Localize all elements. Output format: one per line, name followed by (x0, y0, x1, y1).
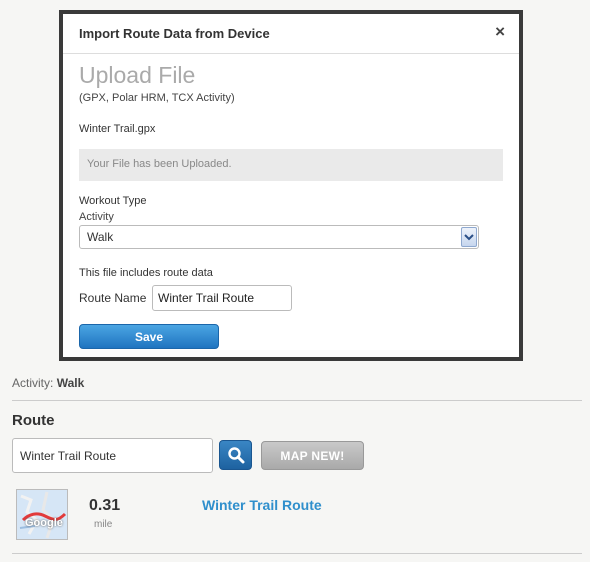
divider (12, 553, 582, 554)
dialog-header-divider (63, 53, 519, 54)
upload-file-heading: Upload File (79, 62, 196, 88)
upload-file-formats: (GPX, Polar HRM, TCX Activity) (79, 92, 235, 104)
uploaded-filename: Winter Trail.gpx (79, 123, 156, 135)
route-distance: 0.31 (89, 497, 121, 514)
save-button[interactable]: Save (79, 324, 219, 349)
import-route-dialog: Import Route Data from Device × Upload F… (59, 10, 523, 361)
activity-label: Activity (79, 211, 114, 223)
route-map-thumbnail[interactable]: Google (16, 489, 68, 540)
map-thumbnail-label: Google (25, 517, 63, 529)
route-heading: Route (12, 412, 55, 429)
activity-select[interactable]: Walk (79, 225, 479, 249)
activity-value: Walk (56, 376, 85, 390)
map-new-button[interactable]: MAP NEW! (261, 441, 364, 470)
workout-type-label: Workout Type (79, 195, 147, 207)
activity-prefix: Activity: (12, 376, 54, 390)
route-link[interactable]: Winter Trail Route (202, 497, 322, 513)
route-name-input[interactable] (152, 285, 292, 311)
close-icon[interactable]: × (495, 22, 505, 42)
activity-select-value: Walk (87, 230, 114, 244)
route-data-note: This file includes route data (79, 267, 213, 279)
map-graphic (17, 490, 67, 539)
search-icon (227, 447, 244, 464)
chevron-down-icon[interactable] (461, 227, 477, 247)
route-distance-unit: mile (94, 519, 113, 530)
search-button[interactable] (219, 440, 252, 470)
upload-status-message: Your File has been Uploaded. (79, 149, 503, 181)
route-search-input[interactable] (12, 438, 213, 473)
route-name-label: Route Name (79, 291, 147, 305)
activity-summary: Activity: Walk (12, 376, 84, 390)
dialog-title: Import Route Data from Device (79, 26, 270, 41)
divider (12, 400, 582, 401)
